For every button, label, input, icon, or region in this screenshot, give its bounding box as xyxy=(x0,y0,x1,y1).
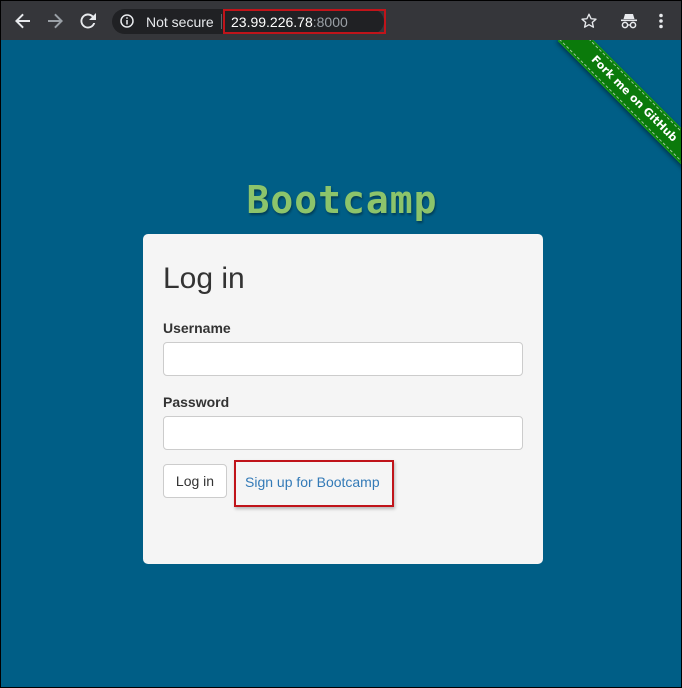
page-title: Log in xyxy=(163,262,245,295)
page-content: Fork me on GitHub Bootcamp Log in Userna… xyxy=(0,40,682,688)
ribbon-label: Fork me on GitHub xyxy=(559,40,681,174)
incognito-icon[interactable] xyxy=(617,9,641,33)
username-label: Username xyxy=(163,320,231,336)
login-button[interactable]: Log in xyxy=(163,464,227,498)
back-arrow-icon[interactable] xyxy=(11,9,35,33)
signup-link[interactable]: Sign up for Bootcamp xyxy=(245,474,380,490)
url-highlight[interactable]: 23.99.226.78:8000 xyxy=(223,9,386,34)
url-port: :8000 xyxy=(312,14,348,30)
url-text[interactable]: 23.99.226.78:8000 xyxy=(231,14,348,30)
login-card: Log in Username Password Log in Sign up … xyxy=(143,234,543,564)
reload-icon[interactable] xyxy=(76,9,100,33)
password-label: Password xyxy=(163,394,230,410)
fork-me-ribbon[interactable]: Fork me on GitHub xyxy=(557,40,681,176)
forward-arrow-icon[interactable] xyxy=(43,9,67,33)
more-vert-icon[interactable] xyxy=(649,9,673,33)
url-host: 23.99.226.78 xyxy=(231,14,313,30)
brand-logo: Bootcamp xyxy=(246,178,438,222)
divider xyxy=(221,14,222,29)
password-input[interactable] xyxy=(163,416,523,450)
signup-highlight: Sign up for Bootcamp xyxy=(234,460,394,507)
security-status: Not secure xyxy=(146,14,214,30)
username-input[interactable] xyxy=(163,342,523,376)
browser-toolbar: Not secure 23.99.226.78:8000 xyxy=(0,0,682,40)
star-icon[interactable] xyxy=(577,9,601,33)
info-icon[interactable] xyxy=(120,14,134,28)
